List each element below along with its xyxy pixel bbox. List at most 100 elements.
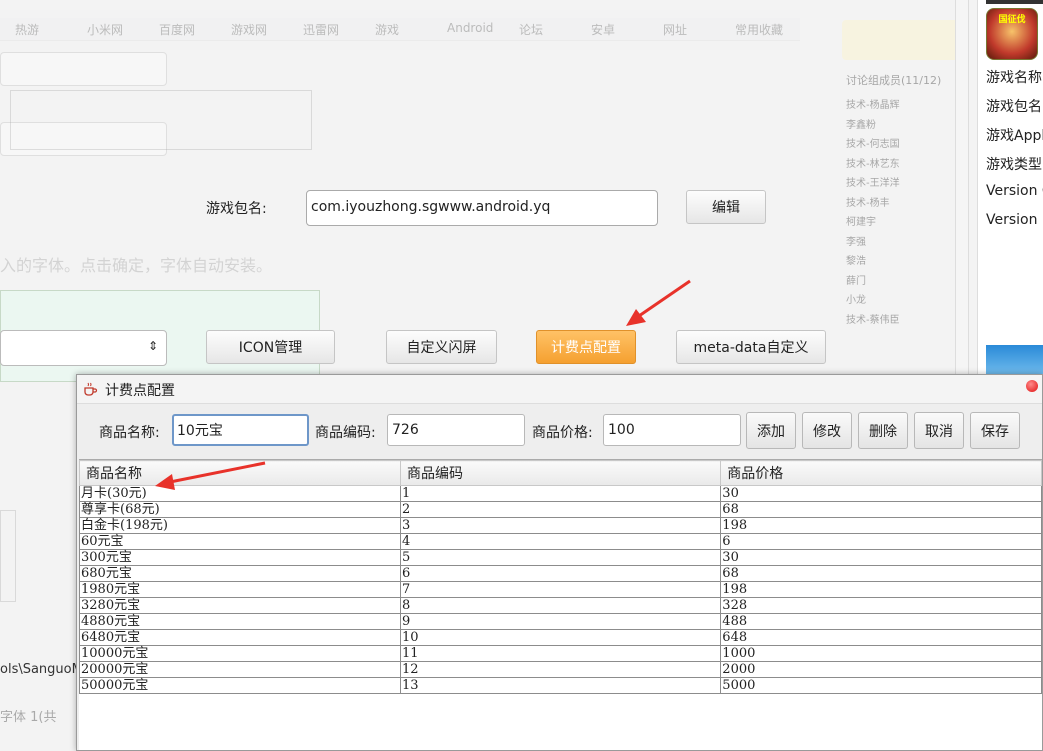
cell-code[interactable]: 7 [399,581,722,598]
chat-member[interactable]: 技术-杨丰 [846,194,890,209]
chat-member[interactable]: 技术-杨晶辉 [846,96,900,111]
table-row[interactable]: 6480元宝 10 648 [79,629,1042,646]
chat-member[interactable]: 薛门 [846,272,866,287]
pkg-input[interactable]: com.iyouzhong.sgwww.android.yq [306,190,658,226]
cell-name[interactable]: 50000元宝 [79,677,401,694]
bookmark-item[interactable]: 网址 [663,21,687,38]
table-row[interactable]: 680元宝 6 68 [79,565,1042,582]
icon-manage-button[interactable]: ICON管理 [206,330,335,364]
bookmark-item[interactable]: 安卓 [591,21,615,38]
bookmark-item[interactable]: 百度网 [159,21,195,38]
bookmark-item[interactable]: 迅雷网 [303,21,339,38]
table-row[interactable]: 1980元宝 7 198 [79,581,1042,598]
cell-name[interactable]: 尊享卡(68元) [79,501,401,518]
cell-name[interactable]: 6480元宝 [79,629,401,646]
bg-input-1[interactable] [0,52,167,86]
bookmark-item[interactable]: Android [447,21,493,35]
cell-price[interactable]: 648 [720,629,1042,646]
cell-price[interactable]: 198 [720,581,1042,598]
name-input[interactable] [172,414,309,446]
cell-code[interactable]: 3 [399,517,722,534]
cell-name[interactable]: 白金卡(198元) [79,517,401,534]
custom-splash-button[interactable]: 自定义闪屏 [386,330,497,364]
chat-member-list: 讨论组成员(11/12) 技术-杨晶辉 李鑫粉 技术-何志国 技术-林艺东 技术-王洋洋… [842,20,972,340]
cell-name[interactable]: 20000元宝 [79,661,401,678]
cell-code[interactable]: 4 [399,533,722,550]
bg-left-box [0,510,16,602]
bookmark-item[interactable]: 游戏网 [231,21,267,38]
cell-code[interactable]: 8 [399,597,722,614]
chat-member[interactable]: 技术-王洋洋 [846,174,900,189]
chat-member[interactable]: 柯建宇 [846,213,876,228]
cell-name[interactable]: 680元宝 [79,565,401,582]
cell-code[interactable]: 12 [399,661,722,678]
cell-price[interactable]: 1000 [720,645,1042,662]
chat-member[interactable]: 技术-蔡伟臣 [846,311,900,326]
chat-member[interactable]: 技术-何志国 [846,135,900,150]
header-price[interactable]: 商品价格 [720,460,1042,486]
table-row[interactable]: 尊享卡(68元) 2 68 [79,501,1042,518]
edit-button[interactable]: 编辑 [686,190,766,224]
header-name[interactable]: 商品名称 [79,460,401,486]
bookmark-item[interactable]: 热游 [15,21,39,38]
bg-scrollbar[interactable] [955,0,969,380]
bookmark-item[interactable]: 论坛 [519,21,543,38]
cell-price[interactable]: 198 [720,517,1042,534]
table-row[interactable]: 20000元宝 12 2000 [79,661,1042,678]
chat-member[interactable]: 小龙 [846,291,866,306]
modify-button[interactable]: 修改 [802,412,852,449]
chat-member[interactable]: 李强 [846,233,866,248]
cell-name[interactable]: 1980元宝 [79,581,401,598]
cell-price[interactable]: 328 [720,597,1042,614]
cell-code[interactable]: 6 [399,565,722,582]
cell-price[interactable]: 488 [720,613,1042,630]
cell-price[interactable]: 68 [720,501,1042,518]
price-input[interactable] [603,414,741,446]
cell-code[interactable]: 5 [399,549,722,566]
chat-member[interactable]: 李鑫粉 [846,116,876,131]
dialog-titlebar[interactable]: 计费点配置 [77,375,1042,404]
cell-code[interactable]: 10 [399,629,722,646]
cell-code[interactable]: 13 [399,677,722,694]
table-row[interactable]: 月卡(30元) 1 30 [79,485,1042,502]
close-icon[interactable] [1026,380,1038,392]
cell-price[interactable]: 30 [720,549,1042,566]
cell-code[interactable]: 1 [399,485,722,502]
table-row[interactable]: 50000元宝 13 5000 [79,677,1042,694]
add-button[interactable]: 添加 [746,412,796,449]
table-row[interactable]: 60元宝 4 6 [79,533,1042,550]
cell-name[interactable]: 10000元宝 [79,645,401,662]
table-row[interactable]: 3280元宝 8 328 [79,597,1042,614]
table-row[interactable]: 300元宝 5 30 [79,549,1042,566]
chat-member[interactable]: 技术-林艺东 [846,155,900,170]
cancel-button[interactable]: 取消 [914,412,964,449]
table-row[interactable]: 10000元宝 11 1000 [79,645,1042,662]
bookmark-item[interactable]: 游戏 [375,21,399,38]
bookmark-item[interactable]: 常用收藏 [735,21,783,38]
cell-code[interactable]: 11 [399,645,722,662]
product-table: 商品名称 商品编码 商品价格 月卡(30元) 1 30 尊享卡(68元) 2 68 白金卡(… [79,460,1042,694]
cell-code[interactable]: 2 [399,501,722,518]
table-row[interactable]: 白金卡(198元) 3 198 [79,517,1042,534]
cell-price[interactable]: 6 [720,533,1042,550]
save-button[interactable]: 保存 [970,412,1020,449]
header-code[interactable]: 商品编码 [399,460,722,486]
cell-name[interactable]: 60元宝 [79,533,401,550]
cell-name[interactable]: 月卡(30元) [79,485,401,502]
cell-name[interactable]: 3280元宝 [79,597,401,614]
cell-name[interactable]: 300元宝 [79,549,401,566]
cell-code[interactable]: 9 [399,613,722,630]
cell-price[interactable]: 2000 [720,661,1042,678]
meta-data-button[interactable]: meta-data自定义 [676,330,826,364]
cell-price[interactable]: 30 [720,485,1042,502]
billing-config-button[interactable]: 计费点配置 [536,330,636,364]
cell-name[interactable]: 4880元宝 [79,613,401,630]
code-input[interactable] [387,414,525,446]
bg-select[interactable]: ⇕ [0,330,167,366]
delete-button[interactable]: 删除 [858,412,908,449]
bookmark-item[interactable]: 小米网 [87,21,123,38]
cell-price[interactable]: 68 [720,565,1042,582]
chat-member[interactable]: 黎浩 [846,252,866,267]
cell-price[interactable]: 5000 [720,677,1042,694]
table-row[interactable]: 4880元宝 9 488 [79,613,1042,630]
